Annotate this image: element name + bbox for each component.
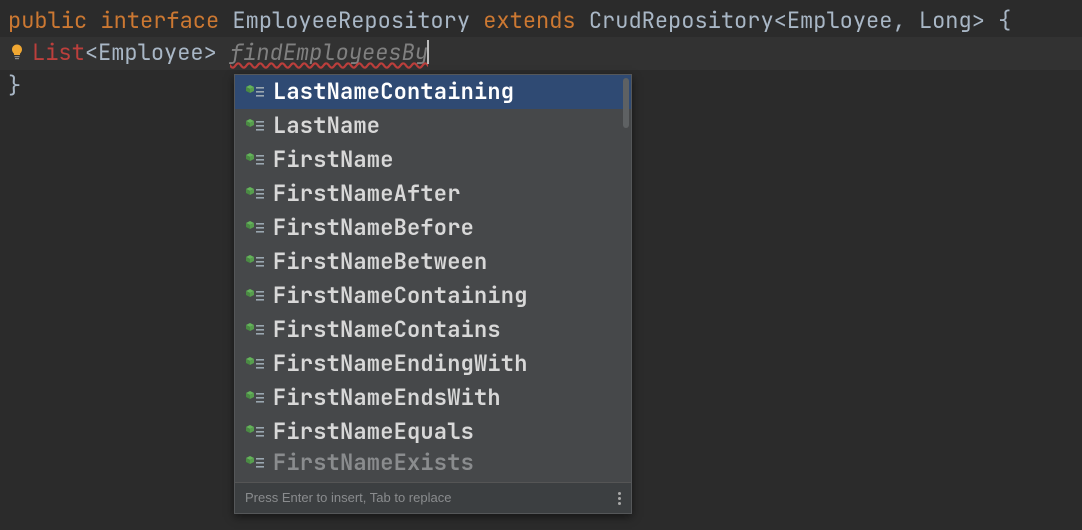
keyword-public: public bbox=[8, 6, 87, 35]
completion-item-label: FirstNameEndsWith bbox=[273, 382, 501, 414]
comma: , bbox=[892, 6, 918, 35]
more-options-icon[interactable] bbox=[618, 492, 621, 505]
super-type: CrudRepository bbox=[589, 6, 774, 35]
completion-item[interactable]: FirstNameEndingWith bbox=[235, 347, 631, 381]
property-icon bbox=[245, 186, 267, 202]
completion-item[interactable]: FirstNameContaining bbox=[235, 279, 631, 313]
code-editor[interactable]: public interface EmployeeRepository exte… bbox=[0, 0, 1082, 530]
completion-item-label: LastName bbox=[273, 110, 380, 142]
space bbox=[217, 38, 230, 67]
type-arg-employee-2: Employee bbox=[98, 38, 204, 67]
completion-item[interactable]: LastName bbox=[235, 109, 631, 143]
type-list-error: List bbox=[32, 38, 85, 67]
completion-footer: Press Enter to insert, Tab to replace bbox=[235, 482, 631, 513]
completion-list[interactable]: LastNameContainingLastNameFirstNameFirst… bbox=[235, 75, 631, 482]
completion-item[interactable]: FirstNameAfter bbox=[235, 177, 631, 211]
completion-item-label: FirstNameContaining bbox=[273, 280, 528, 312]
brace-open: { bbox=[985, 6, 1011, 35]
method-name-typing: findEmployeesBy bbox=[230, 38, 428, 67]
text-caret bbox=[427, 40, 429, 64]
scrollbar-thumb[interactable] bbox=[623, 78, 629, 128]
type-arg-employee: Employee bbox=[787, 6, 893, 35]
completion-item[interactable]: FirstNameEndsWith bbox=[235, 381, 631, 415]
brace-close: } bbox=[8, 71, 21, 100]
code-line-2-current[interactable]: List<Employee> findEmployeesBy bbox=[0, 37, 1082, 70]
code-completion-popup[interactable]: LastNameContainingLastNameFirstNameFirst… bbox=[234, 74, 632, 514]
code-line-1[interactable]: public interface EmployeeRepository exte… bbox=[0, 5, 1082, 37]
angle-open: < bbox=[774, 6, 787, 35]
completion-hint-text: Press Enter to insert, Tab to replace bbox=[245, 482, 451, 514]
property-icon bbox=[245, 455, 267, 471]
property-icon bbox=[245, 424, 267, 440]
interface-name: EmployeeRepository bbox=[232, 6, 470, 35]
completion-item-label: FirstNameBetween bbox=[273, 246, 487, 278]
completion-item-label: FirstNameBefore bbox=[273, 212, 474, 244]
angle-close-2: > bbox=[204, 38, 217, 67]
completion-item[interactable]: LastNameContaining bbox=[235, 75, 631, 109]
completion-item[interactable]: FirstNameExists bbox=[235, 449, 631, 477]
completion-item[interactable]: FirstNameEquals bbox=[235, 415, 631, 449]
completion-item-label: FirstNameAfter bbox=[273, 178, 461, 210]
property-icon bbox=[245, 84, 267, 100]
angle-close: > bbox=[972, 6, 985, 35]
completion-item[interactable]: FirstName bbox=[235, 143, 631, 177]
completion-item-label: FirstNameExists bbox=[273, 449, 474, 477]
property-icon bbox=[245, 118, 267, 134]
property-icon bbox=[245, 390, 267, 406]
property-icon bbox=[245, 322, 267, 338]
completion-item[interactable]: FirstNameContains bbox=[235, 313, 631, 347]
keyword-interface: interface bbox=[100, 6, 219, 35]
keyword-extends: extends bbox=[483, 6, 575, 35]
completion-item[interactable]: FirstNameBefore bbox=[235, 211, 631, 245]
completion-item-label: LastNameContaining bbox=[273, 76, 514, 108]
property-icon bbox=[245, 220, 267, 236]
intention-bulb-icon[interactable] bbox=[8, 38, 26, 70]
property-icon bbox=[245, 254, 267, 270]
completion-item-label: FirstName bbox=[273, 144, 394, 176]
completion-item-label: FirstNameEndingWith bbox=[273, 348, 528, 380]
completion-item-label: FirstNameContains bbox=[273, 314, 501, 346]
completion-item-label: FirstNameEquals bbox=[273, 416, 474, 448]
angle-open-2: < bbox=[85, 38, 98, 67]
property-icon bbox=[245, 288, 267, 304]
property-icon bbox=[245, 152, 267, 168]
type-arg-long: Long bbox=[919, 6, 972, 35]
completion-item[interactable]: FirstNameBetween bbox=[235, 245, 631, 279]
property-icon bbox=[245, 356, 267, 372]
